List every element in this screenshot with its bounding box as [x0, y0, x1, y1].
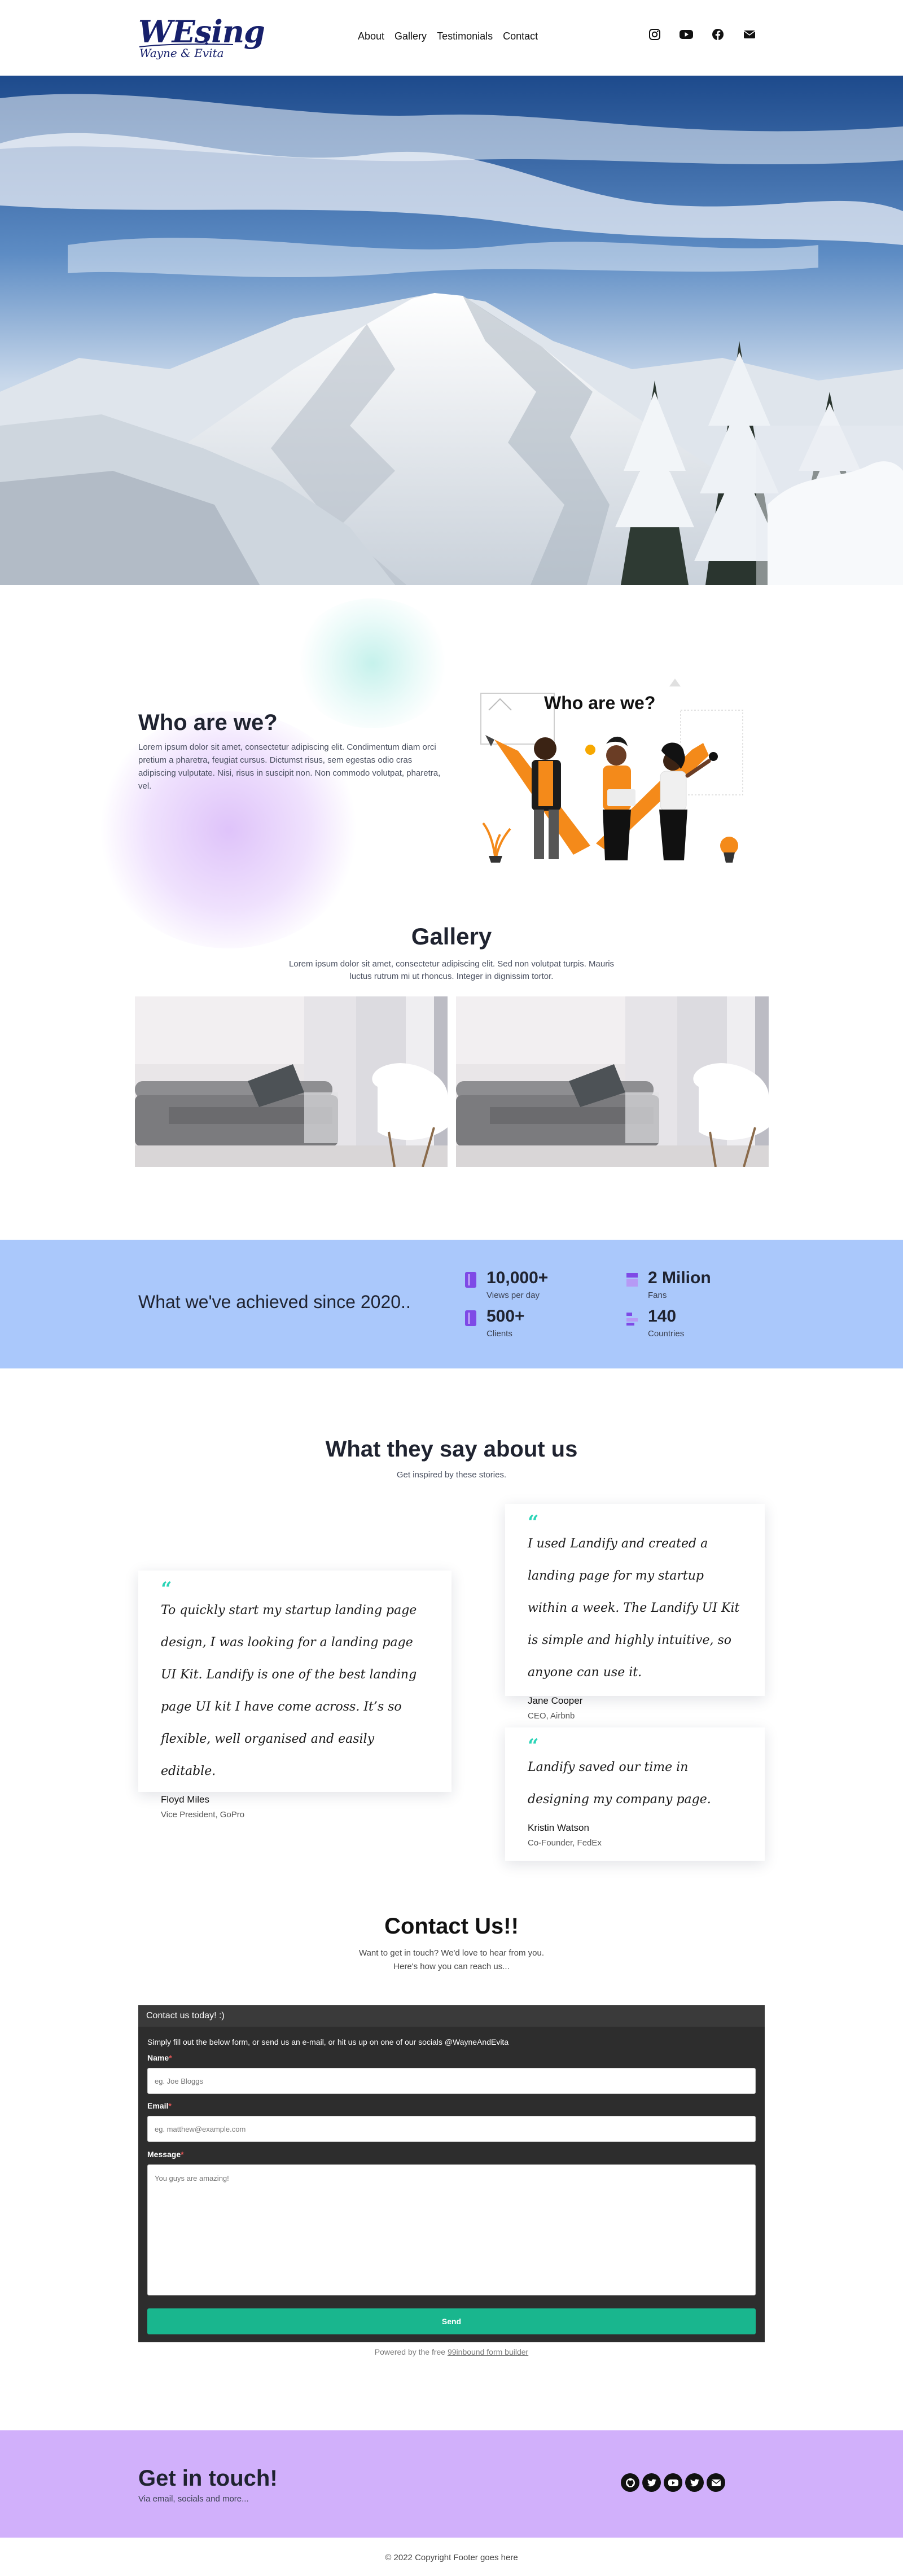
- testimonial-name: Floyd Miles: [161, 1794, 209, 1805]
- contact-subtitle: Want to get in touch? We'd love to hear …: [0, 1947, 903, 1974]
- testimonials-subtitle: Get inspired by these stories.: [396, 1470, 507, 1480]
- quote-icon: “: [161, 1578, 172, 1600]
- required-mark: *: [169, 2053, 172, 2062]
- gallery-subtitle: Lorem ipsum dolor sit amet, consectetur …: [288, 959, 615, 981]
- nav-link-gallery[interactable]: Gallery: [394, 30, 427, 42]
- testimonials-title: What they say about us: [325, 1437, 578, 1462]
- footer-socials: [621, 2473, 725, 2492]
- powered-by: Powered by the free 99inbound form build…: [0, 2347, 903, 2356]
- required-mark: *: [168, 2101, 172, 2110]
- stat-clients: 500+ Clients: [465, 1307, 525, 1339]
- testimonial-name: Kristin Watson: [528, 1822, 589, 1833]
- quote-icon: “: [528, 1735, 539, 1757]
- hero-mountain-illustration: [0, 76, 903, 585]
- testimonial-text: To quickly start my startup landing page…: [161, 1603, 417, 1778]
- contact-form: Contact us today! :) Simply fill out the…: [138, 2005, 765, 2342]
- stat-value: 500+: [486, 1307, 525, 1326]
- who-title: Who are we?: [138, 710, 278, 735]
- email-icon[interactable]: [707, 2473, 725, 2492]
- main-menu: About Gallery Testimonials Contact: [358, 30, 538, 42]
- nav-link-testimonials[interactable]: Testimonials: [437, 30, 493, 42]
- stats-title: What we've achieved since 2020..: [138, 1292, 411, 1312]
- copyright: © 2022 Copyright Footer goes here: [385, 2553, 518, 2562]
- stat-value: 10,000+: [486, 1269, 549, 1287]
- testimonial-text: I used Landify and created a landing pag…: [528, 1537, 740, 1680]
- youtube-icon[interactable]: [679, 27, 694, 42]
- email-icon[interactable]: [742, 27, 757, 42]
- form-intro: Simply fill out the below form, or send …: [147, 2037, 509, 2046]
- stat-value: 2 Milion: [648, 1269, 711, 1287]
- nav-socials: [647, 27, 757, 42]
- stat-label: Views per day: [486, 1291, 540, 1300]
- stat-countries: 140 Countries: [626, 1307, 685, 1339]
- testimonial-text: Landify saved our time in designing my c…: [528, 1760, 711, 1807]
- testimonial-role: Vice President, GoPro: [161, 1810, 245, 1820]
- testimonial-role: CEO, Airbnb: [528, 1711, 575, 1721]
- hero-image: [0, 76, 903, 585]
- github-icon[interactable]: [621, 2473, 639, 2492]
- chart-icon: [465, 1310, 476, 1326]
- email-label: Email*: [147, 2101, 172, 2110]
- testimonial-card: “ I used Landify and created a landing p…: [505, 1504, 765, 1721]
- gallery-title: Gallery: [411, 923, 492, 950]
- testimonial-card: “ To quickly start my startup landing pa…: [138, 1571, 451, 1820]
- name-label-text: Name: [147, 2053, 169, 2062]
- page: WEsing Wayne & Evita About Gallery Testi…: [0, 0, 903, 2576]
- logo-subtitle: Wayne & Evita: [139, 46, 224, 60]
- chart-icon: [465, 1272, 476, 1288]
- send-button[interactable]: Send: [147, 2308, 756, 2334]
- list-icon: [626, 1273, 638, 1287]
- get-in-touch-section: Get in touch! Via email, socials and mor…: [0, 2430, 903, 2538]
- contact-subtitle-line: Here's how you can reach us...: [393, 1962, 510, 1971]
- facebook-icon[interactable]: [711, 27, 725, 42]
- instagram-icon[interactable]: [647, 27, 662, 42]
- email-label-text: Email: [147, 2101, 169, 2110]
- get-in-touch-title: Get in touch!: [138, 2466, 278, 2491]
- stat-label: Clients: [486, 1329, 512, 1339]
- testimonial-card: “ Landify saved our time in designing my…: [505, 1727, 765, 1861]
- testimonial-name: Jane Cooper: [528, 1695, 583, 1706]
- testimonial-role: Co-Founder, FedEx: [528, 1838, 602, 1848]
- stat-value: 140: [648, 1307, 677, 1326]
- who-illustration: Who are we?: [477, 676, 748, 863]
- powered-link[interactable]: 99inbound form builder: [448, 2347, 528, 2356]
- name-label: Name*: [147, 2053, 172, 2062]
- quote-icon: “: [528, 1511, 539, 1534]
- who-text: Lorem ipsum dolor sit amet, consectetur …: [138, 742, 441, 791]
- stats-section: What we've achieved since 2020.. 10,000+…: [0, 1240, 903, 1368]
- name-field[interactable]: [147, 2068, 756, 2094]
- message-label-text: Message: [147, 2150, 181, 2159]
- form-header: Contact us today! :): [138, 2005, 765, 2027]
- message-label: Message*: [147, 2150, 184, 2159]
- contact-title: Contact Us!!: [384, 1914, 519, 1939]
- contact-subtitle-line: Want to get in touch? We'd love to hear …: [358, 1948, 545, 1958]
- stat-fans: 2 Milion Fans: [626, 1269, 711, 1300]
- get-in-touch-subtitle: Via email, socials and more...: [138, 2494, 249, 2504]
- twitter-icon[interactable]: [642, 2473, 661, 2492]
- list-icon: [626, 1313, 638, 1326]
- stat-label: Countries: [648, 1329, 685, 1339]
- powered-prefix: Powered by the free: [374, 2347, 448, 2356]
- gallery-image[interactable]: [456, 996, 769, 1167]
- required-mark: *: [181, 2150, 184, 2159]
- logo[interactable]: WEsing Wayne & Evita: [138, 14, 265, 64]
- email-field[interactable]: [147, 2116, 756, 2142]
- top-nav: WEsing Wayne & Evita About Gallery Testi…: [0, 0, 903, 76]
- gallery-image[interactable]: [135, 996, 448, 1167]
- stat-label: Fans: [648, 1291, 667, 1300]
- message-field[interactable]: [147, 2164, 756, 2295]
- decor-blob-teal: [293, 598, 451, 728]
- stat-views: 10,000+ Views per day: [465, 1269, 549, 1300]
- nav-link-contact[interactable]: Contact: [503, 30, 538, 42]
- youtube-icon[interactable]: [664, 2473, 682, 2492]
- illustration-heading: Who are we?: [544, 693, 655, 713]
- twitter-icon[interactable]: [685, 2473, 704, 2492]
- nav-link-about[interactable]: About: [358, 30, 384, 42]
